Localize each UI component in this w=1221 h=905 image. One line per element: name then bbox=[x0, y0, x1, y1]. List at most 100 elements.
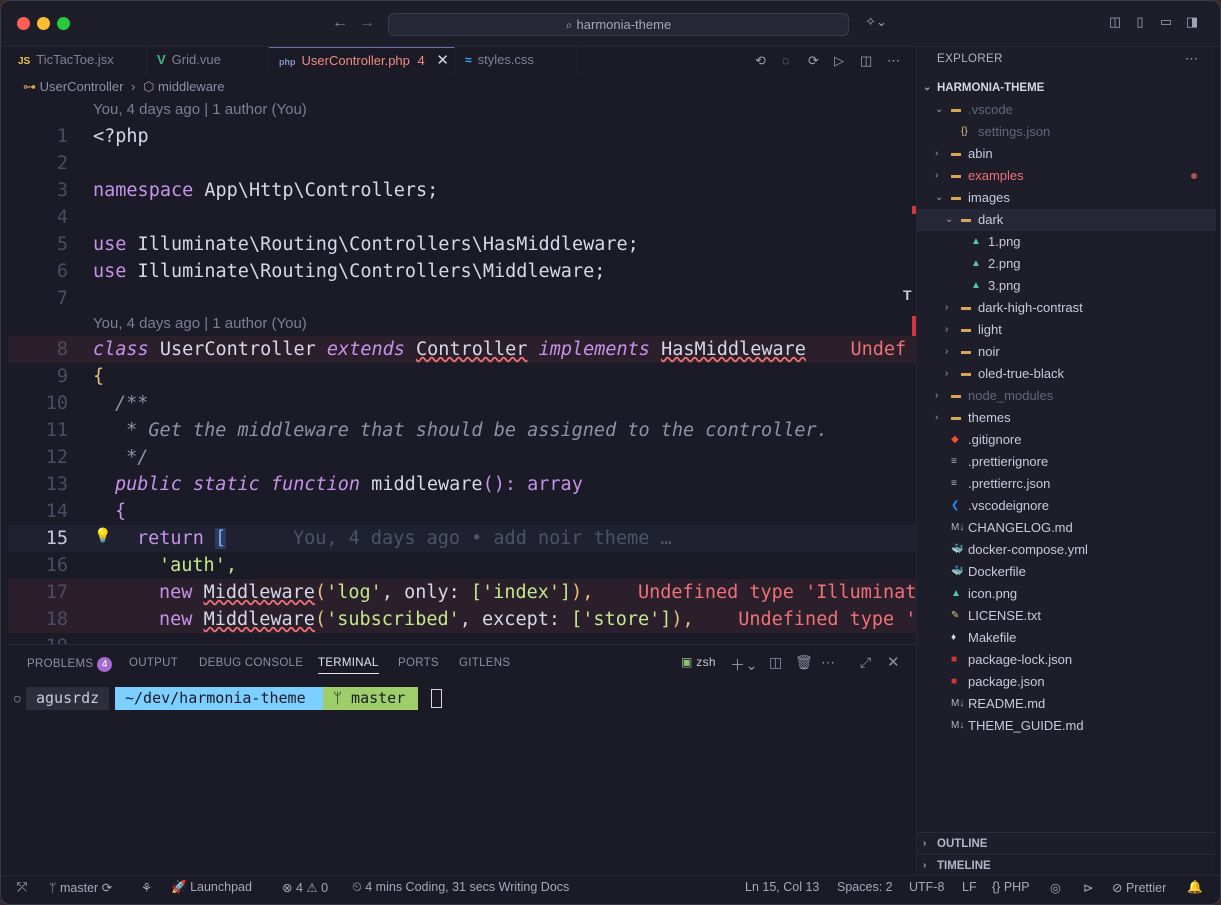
notifications-bell-icon[interactable]: 🔔 bbox=[1187, 880, 1203, 895]
tree-item-package-lock-json[interactable]: ■ package-lock.json bbox=[917, 649, 1216, 671]
breadcrumb-class[interactable]: UserController bbox=[40, 79, 124, 94]
encoding[interactable]: UTF-8 bbox=[909, 880, 944, 894]
tree-item-label: CHANGELOG.md bbox=[968, 520, 1073, 535]
back-arrow-icon[interactable]: ← bbox=[332, 14, 348, 32]
code-line-current: 15 💡 return [ You, 4 days ago • add noir t… bbox=[8, 525, 916, 552]
breadcrumb-method[interactable]: middleware bbox=[158, 79, 224, 94]
language-mode[interactable]: {} PHP bbox=[992, 880, 1030, 894]
forward-arrow-icon[interactable]: → bbox=[359, 14, 375, 32]
tree-item-images[interactable]: ⌄ ▬ images bbox=[917, 187, 1216, 209]
more-icon[interactable]: ⋯ bbox=[821, 654, 835, 671]
more-actions-icon[interactable]: ⋯ bbox=[1185, 51, 1198, 67]
minimize-window-button[interactable] bbox=[37, 17, 50, 30]
tab-ports[interactable]: PORTS bbox=[398, 657, 439, 669]
close-window-button[interactable] bbox=[17, 17, 30, 30]
tab-gitlens[interactable]: GITLENS bbox=[459, 657, 510, 669]
tree-item-theme-guide-md[interactable]: M↓ THEME_GUIDE.md bbox=[917, 715, 1216, 737]
tab-grid-vue[interactable]: V Grid.vue bbox=[147, 47, 269, 75]
tab-debug-console[interactable]: DEBUG CONSOLE bbox=[199, 657, 303, 669]
warning-icon: ⚠ bbox=[306, 881, 318, 895]
tree-item-readme-md[interactable]: M↓ README.md bbox=[917, 693, 1216, 715]
timeline-section[interactable]: › TIMELINE bbox=[917, 854, 1216, 876]
text-cursor-icon: T bbox=[903, 287, 912, 303]
command-center-search[interactable]: ⌕ harmonia-theme bbox=[388, 13, 849, 36]
customize-layout-icon[interactable]: ◫ bbox=[1108, 15, 1122, 29]
tab-styles-css[interactable]: ≈ styles.css bbox=[455, 47, 578, 75]
more-actions-icon[interactable]: ⋯ bbox=[887, 53, 900, 69]
tree-item-settings-json[interactable]: {} settings.json bbox=[917, 121, 1216, 143]
split-editor-icon[interactable]: ◫ bbox=[860, 53, 872, 69]
launchpad-status[interactable]: 🚀 Launchpad bbox=[171, 880, 252, 895]
chevron-down-icon: ⌄ bbox=[935, 104, 944, 115]
live-share-icon[interactable]: ⊳ bbox=[1083, 880, 1093, 895]
tree-item-package-json[interactable]: ■ package.json bbox=[917, 671, 1216, 693]
tree-item-light[interactable]: › ▬ light bbox=[917, 319, 1216, 341]
next-change-icon[interactable]: ⟳ bbox=[808, 53, 819, 69]
indentation[interactable]: Spaces: 2 bbox=[837, 880, 893, 894]
lightbulb-icon[interactable]: 💡 bbox=[94, 523, 111, 550]
code-editor[interactable]: You, 4 days ago | 1 author (You) 1 <?php … bbox=[8, 98, 916, 644]
copilot-status-icon[interactable]: ⚘ bbox=[141, 880, 152, 895]
tree-item-oled-true-black[interactable]: › ▬ oled-true-black bbox=[917, 363, 1216, 385]
tree-item-vscodeignore[interactable]: ❮ .vscodeignore bbox=[917, 495, 1216, 517]
tree-item-icon-png[interactable]: ▲ icon.png bbox=[917, 583, 1216, 605]
toggle-panel-icon[interactable]: ▭ bbox=[1159, 15, 1173, 29]
wakatime-status[interactable]: ⏲ 4 mins Coding, 31 secs Writing Docs bbox=[352, 880, 569, 895]
remote-icon[interactable]: ⤱ bbox=[17, 880, 27, 895]
tree-item-dark[interactable]: ⌄ ▬ dark bbox=[917, 209, 1216, 231]
cursor-position[interactable]: Ln 15, Col 13 bbox=[745, 880, 819, 894]
copilot-icon[interactable]: ✧⌄ bbox=[863, 15, 889, 29]
tab-tictactoe[interactable]: JS TicTacToe.jsx bbox=[8, 47, 147, 75]
prettier-status[interactable]: ⊘ Prettier bbox=[1112, 880, 1166, 895]
blame-annotation[interactable]: You, 4 days ago | 1 author (You) bbox=[93, 99, 307, 121]
tree-item-license-txt[interactable]: ✎ LICENSE.txt bbox=[917, 605, 1216, 627]
outline-section[interactable]: › OUTLINE bbox=[917, 832, 1216, 854]
tree-item-node-modules[interactable]: › ▬ node_modules bbox=[917, 385, 1216, 407]
new-terminal-icon[interactable]: ＋⌄ bbox=[730, 654, 758, 675]
image-icon: ▲ bbox=[951, 588, 961, 599]
tab-terminal[interactable]: TERMINAL bbox=[318, 657, 379, 674]
tree-item-dockerfile[interactable]: 🐳 Dockerfile bbox=[917, 561, 1216, 583]
terminal-shell-selector[interactable]: ▣ zsh bbox=[681, 655, 716, 669]
tree-item-2-png[interactable]: ▲ 2.png bbox=[917, 253, 1216, 275]
folder-icon: ▬ bbox=[951, 390, 961, 401]
tree-item-prettierrc-json[interactable]: ≡ .prettierrc.json bbox=[917, 473, 1216, 495]
tree-item-docker-compose-yml[interactable]: 🐳 docker-compose.yml bbox=[917, 539, 1216, 561]
toggle-secondary-sidebar-icon[interactable]: ◨ bbox=[1185, 15, 1199, 29]
eol[interactable]: LF bbox=[962, 880, 977, 894]
close-panel-icon[interactable]: ✕ bbox=[887, 653, 900, 671]
tree-item-examples[interactable]: › ▬ examples bbox=[917, 165, 1216, 187]
tree-item-themes[interactable]: › ▬ themes bbox=[917, 407, 1216, 429]
tree-item-noir[interactable]: › ▬ noir bbox=[917, 341, 1216, 363]
trash-icon[interactable]: 🗑 bbox=[795, 654, 813, 671]
blame-annotation[interactable]: You, 4 days ago | 1 author (You) bbox=[93, 313, 307, 335]
tree-item-label: abin bbox=[968, 146, 993, 161]
tree-item-changelog-md[interactable]: M↓ CHANGELOG.md bbox=[917, 517, 1216, 539]
maximize-panel-icon[interactable]: ⤢ bbox=[860, 654, 872, 671]
branch-status[interactable]: ᛘ master ⟳ bbox=[49, 880, 112, 895]
maximize-window-button[interactable] bbox=[57, 17, 70, 30]
tab-usercontroller[interactable]: php UserController.php 4 ✕ bbox=[269, 47, 455, 75]
tree-item-gitignore[interactable]: ◆ .gitignore bbox=[917, 429, 1216, 451]
split-terminal-icon[interactable]: ◫ bbox=[769, 654, 783, 671]
problems-status[interactable]: ⊗ 4 ⚠ 0 bbox=[282, 880, 328, 895]
toggle-primary-sidebar-icon[interactable]: ▯ bbox=[1133, 15, 1147, 29]
tree-item-prettierignore[interactable]: ≡ .prettierignore bbox=[917, 451, 1216, 473]
tab-output[interactable]: OUTPUT bbox=[129, 657, 178, 669]
previous-change-icon[interactable]: ◌ bbox=[782, 53, 790, 68]
close-tab-icon[interactable]: ✕ bbox=[436, 52, 449, 69]
tree-item-3-png[interactable]: ▲ 3.png bbox=[917, 275, 1216, 297]
code-line: 18 new Middleware('subscribed', except: [… bbox=[8, 606, 916, 633]
tree-item-dark-high-contrast[interactable]: › ▬ dark-high-contrast bbox=[917, 297, 1216, 319]
tree-item-abin[interactable]: › ▬ abin bbox=[917, 143, 1216, 165]
open-changes-icon[interactable]: ⟲ bbox=[755, 53, 766, 69]
tree-item-vscode[interactable]: ⌄ ▬ .vscode bbox=[917, 99, 1216, 121]
copilot-icon[interactable]: ◎ bbox=[1050, 880, 1061, 895]
run-icon[interactable]: ▷ bbox=[834, 53, 844, 69]
tree-item-1-png[interactable]: ▲ 1.png bbox=[917, 231, 1216, 253]
explorer-root[interactable]: ⌄ HARMONIA-THEME bbox=[917, 77, 1216, 99]
braces-icon: {} bbox=[992, 880, 1001, 894]
tree-item-makefile[interactable]: ♦ Makefile bbox=[917, 627, 1216, 649]
tab-problems[interactable]: PROBLEMS 4 bbox=[27, 657, 113, 672]
chevron-down-icon: ⌄ bbox=[945, 214, 954, 225]
